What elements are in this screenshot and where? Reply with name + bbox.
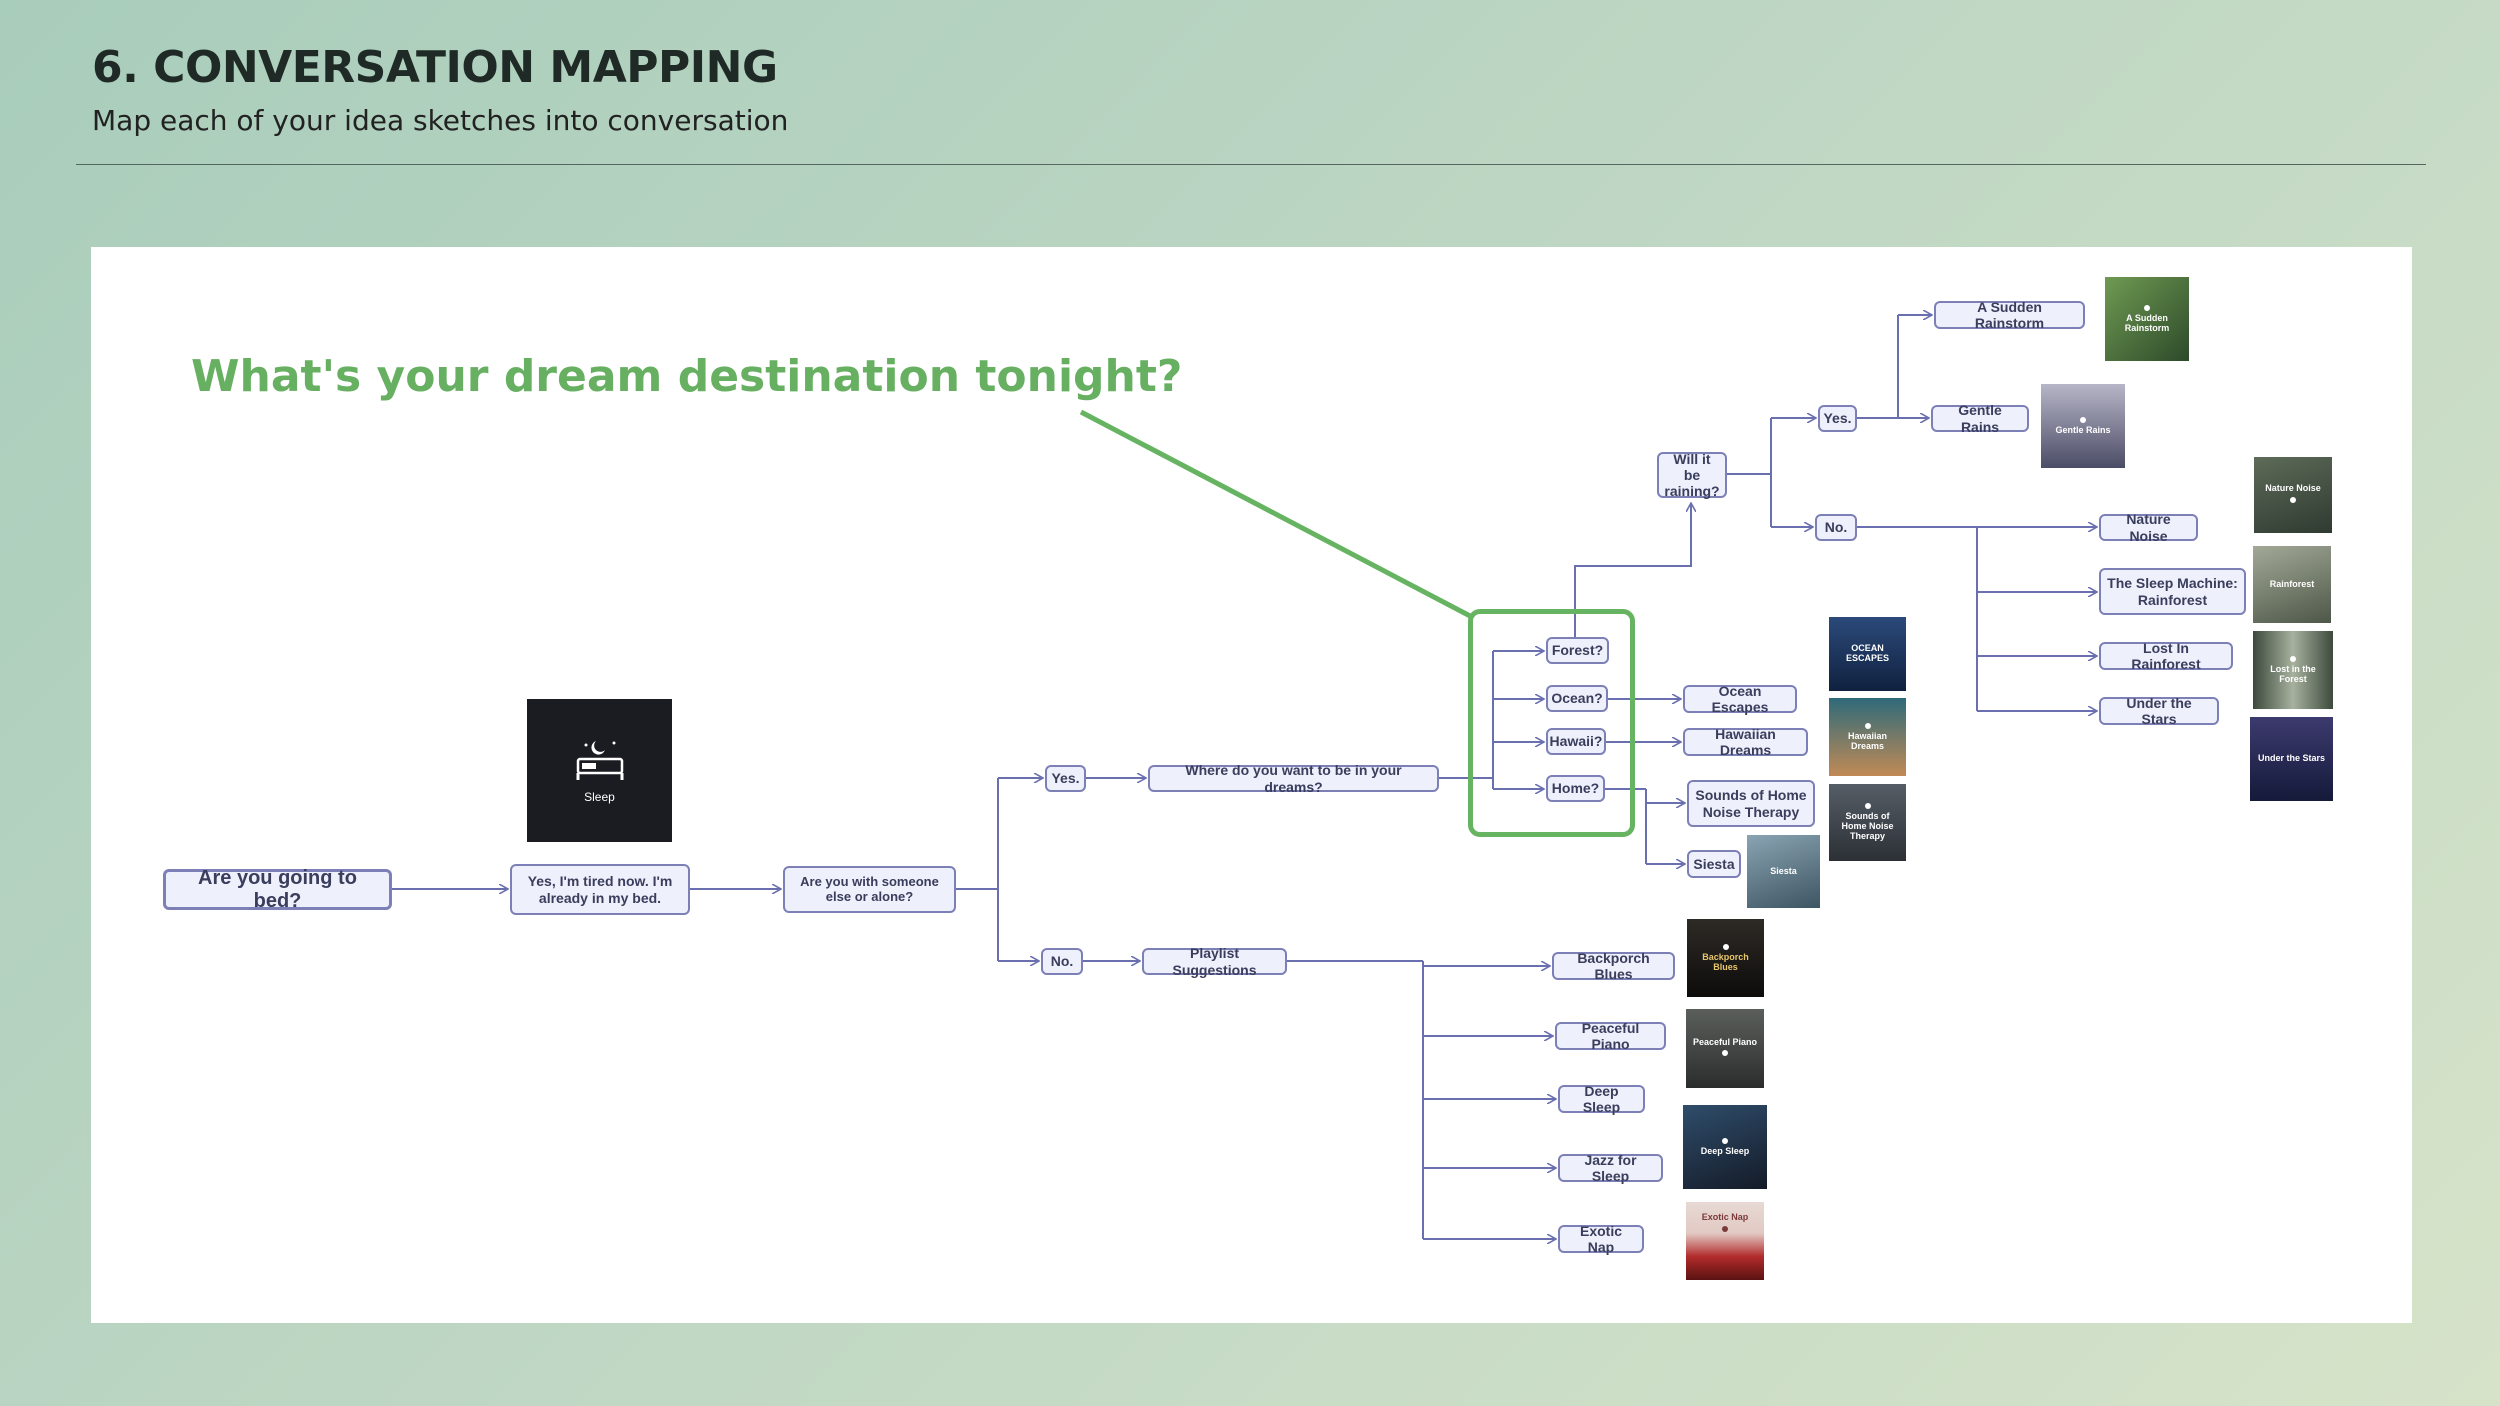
node-ocean-escapes: Ocean Escapes — [1683, 683, 1797, 715]
node-gentle-rains: Gentle Rains — [1931, 402, 2029, 435]
node-exotic-nap: Exotic Nap — [1558, 1223, 1644, 1255]
cover-a-sudden-rainstorm: A Sudden Rainstorm — [2105, 277, 2189, 361]
node-peaceful-piano: Peaceful Piano — [1555, 1020, 1666, 1052]
cover-deep-sleep: Deep Sleep — [1683, 1105, 1767, 1189]
node-where-dreams: Where do you want to be in your dreams? — [1148, 762, 1439, 795]
node-a-sudden-rainstorm: A Sudden Rainstorm — [1934, 299, 2085, 331]
node-backporch-blues: Backporch Blues — [1552, 950, 1675, 982]
node-going-to-bed: Are you going to bed? — [163, 867, 392, 912]
node-sleep-machine-rainforest: The Sleep Machine: Rainforest — [2099, 568, 2246, 615]
cover-rainforest: Rainforest — [2253, 546, 2331, 623]
node-no: No. — [1041, 948, 1083, 975]
slide-subtitle: Map each of your idea sketches into conv… — [92, 104, 789, 137]
node-jazz-for-sleep: Jazz for Sleep — [1558, 1152, 1663, 1184]
sleep-cover-label: Sleep — [584, 789, 615, 804]
node-will-it-rain: Will it be raining? — [1657, 451, 1727, 499]
callout-question: What's your dream destination tonight? — [191, 351, 1183, 402]
cover-nature-noise: Nature Noise — [2254, 457, 2332, 533]
cover-lost-in-the-forest: Lost in the Forest — [2253, 631, 2333, 709]
node-yes: Yes. — [1045, 765, 1086, 792]
node-rain-no: No. — [1815, 514, 1857, 541]
node-rain-yes: Yes. — [1818, 405, 1857, 432]
cover-sounds-of-home: Sounds of Home Noise Therapy — [1829, 784, 1906, 861]
sleep-playlist-cover: Sleep — [527, 699, 672, 842]
cover-under-the-stars: Under the Stars — [2250, 717, 2333, 801]
cover-exotic-nap: Exotic Nap — [1686, 1202, 1764, 1280]
node-hawaii: Hawaii? — [1546, 728, 1606, 755]
cover-siesta: Siesta — [1747, 835, 1820, 908]
node-forest: Forest? — [1546, 637, 1609, 664]
node-tired-in-bed: Yes, I'm tired now. I'm already in my be… — [510, 864, 690, 915]
node-home: Home? — [1546, 775, 1605, 802]
node-ocean: Ocean? — [1546, 685, 1608, 712]
cover-backporch-blues: Backporch Blues — [1687, 919, 1764, 997]
diagram-canvas: What's your dream destination tonight? A… — [91, 247, 2412, 1323]
node-playlist-suggestions: Playlist Suggestions — [1142, 945, 1287, 978]
cover-gentle-rains: Gentle Rains — [2041, 384, 2125, 468]
node-someone-or-alone: Are you with someone else or alone? — [783, 866, 956, 913]
node-hawaiian-dreams: Hawaiian Dreams — [1683, 726, 1808, 758]
node-siesta: Siesta — [1687, 850, 1741, 878]
callout-pointer-line — [1079, 409, 1474, 620]
node-sounds-of-home: Sounds of Home Noise Therapy — [1687, 780, 1815, 827]
cover-peaceful-piano: Peaceful Piano — [1686, 1009, 1764, 1088]
cover-ocean-escapes: OCEAN ESCAPES — [1829, 617, 1906, 691]
node-nature-noise: Nature Noise — [2099, 511, 2198, 544]
cover-hawaiian-dreams: Hawaiian Dreams — [1829, 698, 1906, 776]
node-under-the-stars: Under the Stars — [2099, 695, 2219, 727]
bed-moon-icon — [572, 737, 628, 783]
header-divider — [76, 164, 2426, 165]
slide-title: 6. CONVERSATION MAPPING — [92, 42, 778, 93]
node-deep-sleep: Deep Sleep — [1558, 1083, 1645, 1115]
node-lost-in-rainforest: Lost In Rainforest — [2099, 640, 2233, 672]
